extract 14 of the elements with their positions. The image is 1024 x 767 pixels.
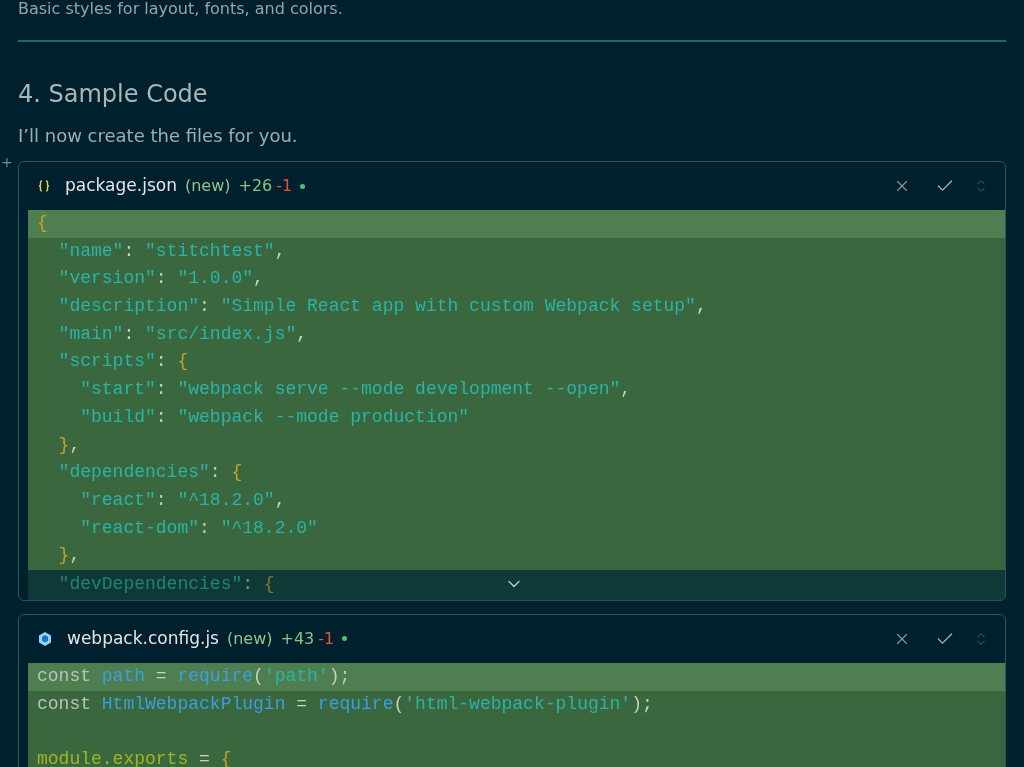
removed-count: -1 [318, 627, 335, 650]
intro-text: Basic styles for layout, fonts, and colors. [18, 0, 344, 18]
removed-count: -1 [276, 175, 293, 197]
body-text: I’ll now create the files for you. [18, 124, 299, 148]
cube-icon [37, 630, 53, 647]
file-status: (new) [226, 627, 273, 650]
braces-icon [37, 179, 51, 193]
plus-icon: + [1, 155, 13, 169]
section-heading: 4. Sample Code [18, 79, 209, 110]
file-name: webpack.config.js [67, 627, 219, 651]
added-count: +43 [280, 627, 315, 650]
file-name: package.json [65, 174, 177, 198]
file-status: (new) [184, 175, 231, 197]
added-count: +26 [238, 175, 273, 197]
